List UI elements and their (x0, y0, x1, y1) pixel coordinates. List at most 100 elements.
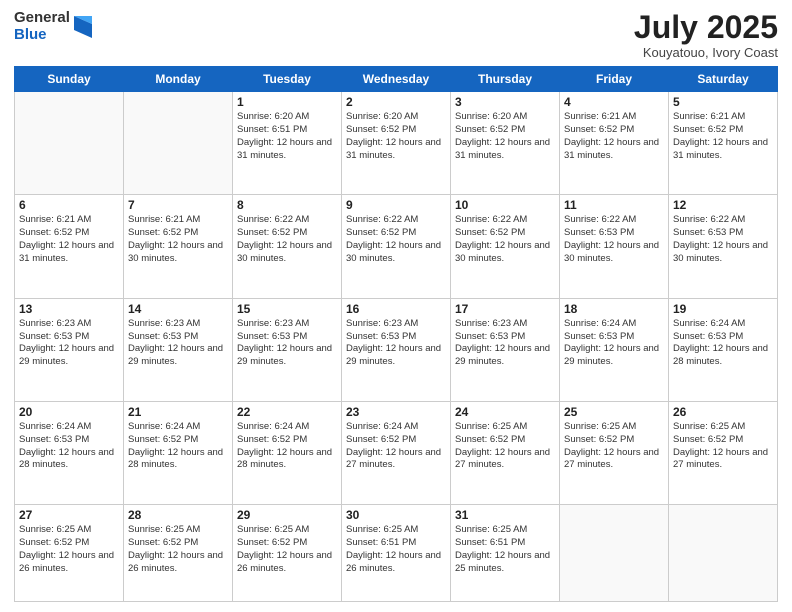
day-number: 4 (564, 95, 664, 109)
calendar-cell: 21 Sunrise: 6:24 AMSunset: 6:52 PMDayligh… (124, 401, 233, 504)
calendar-cell: 23 Sunrise: 6:24 AMSunset: 6:52 PMDayligh… (342, 401, 451, 504)
calendar-cell: 3Sunrise: 6:20 AMSunset: 6:52 PMDaylight… (451, 92, 560, 195)
header: General Blue July 2025 Kouyatouo, Ivory … (14, 10, 778, 60)
calendar-cell (560, 505, 669, 602)
calendar-week-row: 6 Sunrise: 6:21 AMSunset: 6:52 PMDaylight… (15, 195, 778, 298)
title-location: Kouyatouo, Ivory Coast (634, 45, 778, 60)
calendar-cell: 1 Sunrise: 6:20 AMSunset: 6:51 PMDaylight… (233, 92, 342, 195)
day-number: 6 (19, 198, 119, 212)
calendar-cell: 17Sunrise: 6:23 AMSunset: 6:53 PMDayligh… (451, 298, 560, 401)
logo-text: General Blue (14, 10, 70, 43)
day-number: 25 (564, 405, 664, 419)
day-of-week-header: Saturday (669, 67, 778, 92)
day-info: Sunrise: 6:20 AMSunset: 6:52 PMDaylight:… (346, 111, 446, 162)
calendar-cell (124, 92, 233, 195)
calendar-cell: 31Sunrise: 6:25 AMSunset: 6:51 PMDayligh… (451, 505, 560, 602)
day-number: 22 (237, 405, 337, 419)
calendar-cell: 26 Sunrise: 6:25 AMSunset: 6:52 PMDayligh… (669, 401, 778, 504)
day-number: 10 (455, 198, 555, 212)
day-info: Sunrise: 6:22 AMSunset: 6:52 PMDaylight:… (237, 214, 337, 265)
day-of-week-header: Wednesday (342, 67, 451, 92)
day-info: Sunrise: 6:24 AMSunset: 6:52 PMDaylight:… (237, 421, 337, 472)
calendar-header-row: SundayMondayTuesdayWednesdayThursdayFrid… (15, 67, 778, 92)
calendar-cell: 30 Sunrise: 6:25 AMSunset: 6:51 PMDayligh… (342, 505, 451, 602)
day-number: 16 (346, 302, 446, 316)
day-info: Sunrise: 6:21 AMSunset: 6:52 PMDaylight:… (673, 111, 773, 162)
day-number: 1 (237, 95, 337, 109)
title-month: July 2025 (634, 10, 778, 45)
day-number: 21 (128, 405, 228, 419)
calendar-cell: 11Sunrise: 6:22 AMSunset: 6:53 PMDayligh… (560, 195, 669, 298)
day-info: Sunrise: 6:25 AMSunset: 6:52 PMDaylight:… (19, 524, 119, 575)
day-number: 23 (346, 405, 446, 419)
calendar-cell: 15 Sunrise: 6:23 AMSunset: 6:53 PMDayligh… (233, 298, 342, 401)
title-block: July 2025 Kouyatouo, Ivory Coast (634, 10, 778, 60)
calendar-cell: 7 Sunrise: 6:21 AMSunset: 6:52 PMDaylight… (124, 195, 233, 298)
day-info: Sunrise: 6:23 AMSunset: 6:53 PMDaylight:… (128, 318, 228, 369)
day-info: Sunrise: 6:22 AMSunset: 6:52 PMDaylight:… (455, 214, 555, 265)
day-info: Sunrise: 6:25 AMSunset: 6:52 PMDaylight:… (455, 421, 555, 472)
day-of-week-header: Thursday (451, 67, 560, 92)
calendar-cell (669, 505, 778, 602)
day-info: Sunrise: 6:25 AMSunset: 6:52 PMDaylight:… (237, 524, 337, 575)
calendar-cell: 16 Sunrise: 6:23 AMSunset: 6:53 PMDayligh… (342, 298, 451, 401)
day-number: 19 (673, 302, 773, 316)
day-info: Sunrise: 6:24 AMSunset: 6:53 PMDaylight:… (673, 318, 773, 369)
day-number: 9 (346, 198, 446, 212)
day-info: Sunrise: 6:23 AMSunset: 6:53 PMDaylight:… (346, 318, 446, 369)
day-number: 2 (346, 95, 446, 109)
calendar-table: SundayMondayTuesdayWednesdayThursdayFrid… (14, 66, 778, 602)
day-number: 7 (128, 198, 228, 212)
day-of-week-header: Tuesday (233, 67, 342, 92)
calendar-cell: 5 Sunrise: 6:21 AMSunset: 6:52 PMDaylight… (669, 92, 778, 195)
calendar-cell: 22 Sunrise: 6:24 AMSunset: 6:52 PMDayligh… (233, 401, 342, 504)
day-number: 26 (673, 405, 773, 419)
day-of-week-header: Monday (124, 67, 233, 92)
calendar-cell: 12Sunrise: 6:22 AMSunset: 6:53 PMDayligh… (669, 195, 778, 298)
day-number: 20 (19, 405, 119, 419)
day-info: Sunrise: 6:25 AMSunset: 6:52 PMDaylight:… (673, 421, 773, 472)
logo-blue-text: Blue (14, 27, 70, 44)
calendar-cell: 19 Sunrise: 6:24 AMSunset: 6:53 PMDayligh… (669, 298, 778, 401)
calendar-cell: 13Sunrise: 6:23 AMSunset: 6:53 PMDayligh… (15, 298, 124, 401)
day-info: Sunrise: 6:25 AMSunset: 6:51 PMDaylight:… (346, 524, 446, 575)
logo: General Blue (14, 10, 92, 43)
calendar-cell: 10 Sunrise: 6:22 AMSunset: 6:52 PMDayligh… (451, 195, 560, 298)
day-number: 5 (673, 95, 773, 109)
calendar-week-row: 20 Sunrise: 6:24 AMSunset: 6:53 PMDayligh… (15, 401, 778, 504)
day-number: 30 (346, 508, 446, 522)
day-info: Sunrise: 6:24 AMSunset: 6:53 PMDaylight:… (564, 318, 664, 369)
calendar-cell: 28 Sunrise: 6:25 AMSunset: 6:52 PMDayligh… (124, 505, 233, 602)
day-info: Sunrise: 6:24 AMSunset: 6:53 PMDaylight:… (19, 421, 119, 472)
calendar-cell: 20 Sunrise: 6:24 AMSunset: 6:53 PMDayligh… (15, 401, 124, 504)
calendar-cell: 14 Sunrise: 6:23 AMSunset: 6:53 PMDayligh… (124, 298, 233, 401)
day-info: Sunrise: 6:20 AMSunset: 6:51 PMDaylight:… (237, 111, 337, 162)
day-info: Sunrise: 6:25 AMSunset: 6:52 PMDaylight:… (128, 524, 228, 575)
calendar-week-row: 27 Sunrise: 6:25 AMSunset: 6:52 PMDayligh… (15, 505, 778, 602)
day-number: 14 (128, 302, 228, 316)
logo-general-text: General (14, 10, 70, 27)
day-info: Sunrise: 6:24 AMSunset: 6:52 PMDaylight:… (346, 421, 446, 472)
calendar-week-row: 13Sunrise: 6:23 AMSunset: 6:53 PMDayligh… (15, 298, 778, 401)
day-info: Sunrise: 6:25 AMSunset: 6:52 PMDaylight:… (564, 421, 664, 472)
day-info: Sunrise: 6:22 AMSunset: 6:52 PMDaylight:… (346, 214, 446, 265)
day-number: 15 (237, 302, 337, 316)
calendar-cell: 2 Sunrise: 6:20 AMSunset: 6:52 PMDaylight… (342, 92, 451, 195)
day-number: 29 (237, 508, 337, 522)
day-info: Sunrise: 6:23 AMSunset: 6:53 PMDaylight:… (237, 318, 337, 369)
day-number: 27 (19, 508, 119, 522)
calendar-cell: 27 Sunrise: 6:25 AMSunset: 6:52 PMDayligh… (15, 505, 124, 602)
day-info: Sunrise: 6:21 AMSunset: 6:52 PMDaylight:… (128, 214, 228, 265)
day-number: 11 (564, 198, 664, 212)
page: General Blue July 2025 Kouyatouo, Ivory … (0, 0, 792, 612)
day-number: 31 (455, 508, 555, 522)
calendar-week-row: 1 Sunrise: 6:20 AMSunset: 6:51 PMDaylight… (15, 92, 778, 195)
calendar-cell: 6Sunrise: 6:21 AMSunset: 6:52 PMDaylight… (15, 195, 124, 298)
day-info: Sunrise: 6:21 AMSunset: 6:52 PMDaylight:… (564, 111, 664, 162)
day-number: 28 (128, 508, 228, 522)
calendar-cell: 24Sunrise: 6:25 AMSunset: 6:52 PMDayligh… (451, 401, 560, 504)
calendar-cell: 9 Sunrise: 6:22 AMSunset: 6:52 PMDaylight… (342, 195, 451, 298)
day-info: Sunrise: 6:20 AMSunset: 6:52 PMDaylight:… (455, 111, 555, 162)
day-info: Sunrise: 6:24 AMSunset: 6:52 PMDaylight:… (128, 421, 228, 472)
calendar-cell: 18Sunrise: 6:24 AMSunset: 6:53 PMDayligh… (560, 298, 669, 401)
